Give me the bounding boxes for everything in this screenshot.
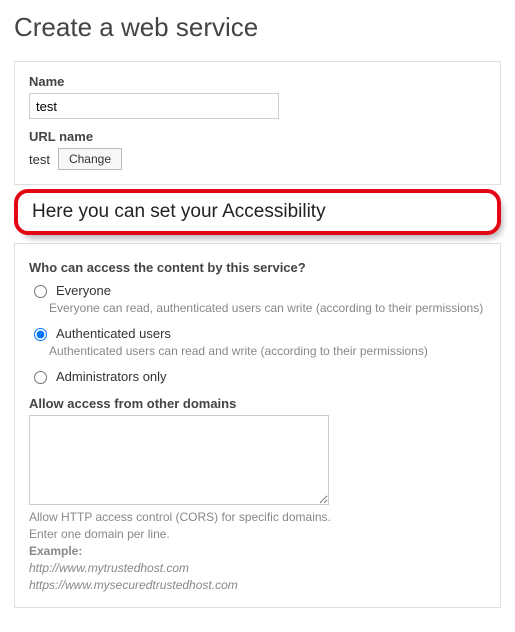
radio-authenticated-label: Authenticated users bbox=[56, 326, 171, 341]
domains-label: Allow access from other domains bbox=[29, 396, 486, 411]
name-input[interactable] bbox=[29, 93, 279, 119]
radio-authenticated-desc: Authenticated users can read and write (… bbox=[49, 343, 486, 359]
radio-everyone-desc: Everyone can read, authenticated users c… bbox=[49, 300, 486, 316]
panel-access: Who can access the content by this servi… bbox=[14, 243, 501, 608]
radio-everyone[interactable] bbox=[34, 285, 47, 298]
domains-textarea[interactable] bbox=[29, 415, 329, 505]
url-name-value: test bbox=[29, 152, 50, 167]
help-line1: Allow HTTP access control (CORS) for spe… bbox=[29, 510, 331, 524]
change-button[interactable]: Change bbox=[58, 148, 122, 170]
access-question: Who can access the content by this servi… bbox=[29, 260, 486, 275]
radio-authenticated[interactable] bbox=[34, 328, 47, 341]
example-2: https://www.mysecuredtrustedhost.com bbox=[29, 578, 238, 592]
url-name-label: URL name bbox=[29, 129, 486, 144]
annotation-callout: Here you can set your Accessibility bbox=[14, 189, 501, 235]
example-1: http://www.mytrustedhost.com bbox=[29, 561, 189, 575]
page-title: Create a web service bbox=[14, 12, 501, 43]
name-label: Name bbox=[29, 74, 486, 89]
domains-help: Allow HTTP access control (CORS) for spe… bbox=[29, 509, 486, 593]
panel-name-url: Name URL name test Change bbox=[14, 61, 501, 185]
help-line2: Enter one domain per line. bbox=[29, 527, 170, 541]
radio-admins-label: Administrators only bbox=[56, 369, 167, 384]
example-label: Example: bbox=[29, 544, 82, 558]
radio-everyone-label: Everyone bbox=[56, 283, 111, 298]
annotation-text: Here you can set your Accessibility bbox=[14, 189, 501, 235]
radio-admins[interactable] bbox=[34, 371, 47, 384]
